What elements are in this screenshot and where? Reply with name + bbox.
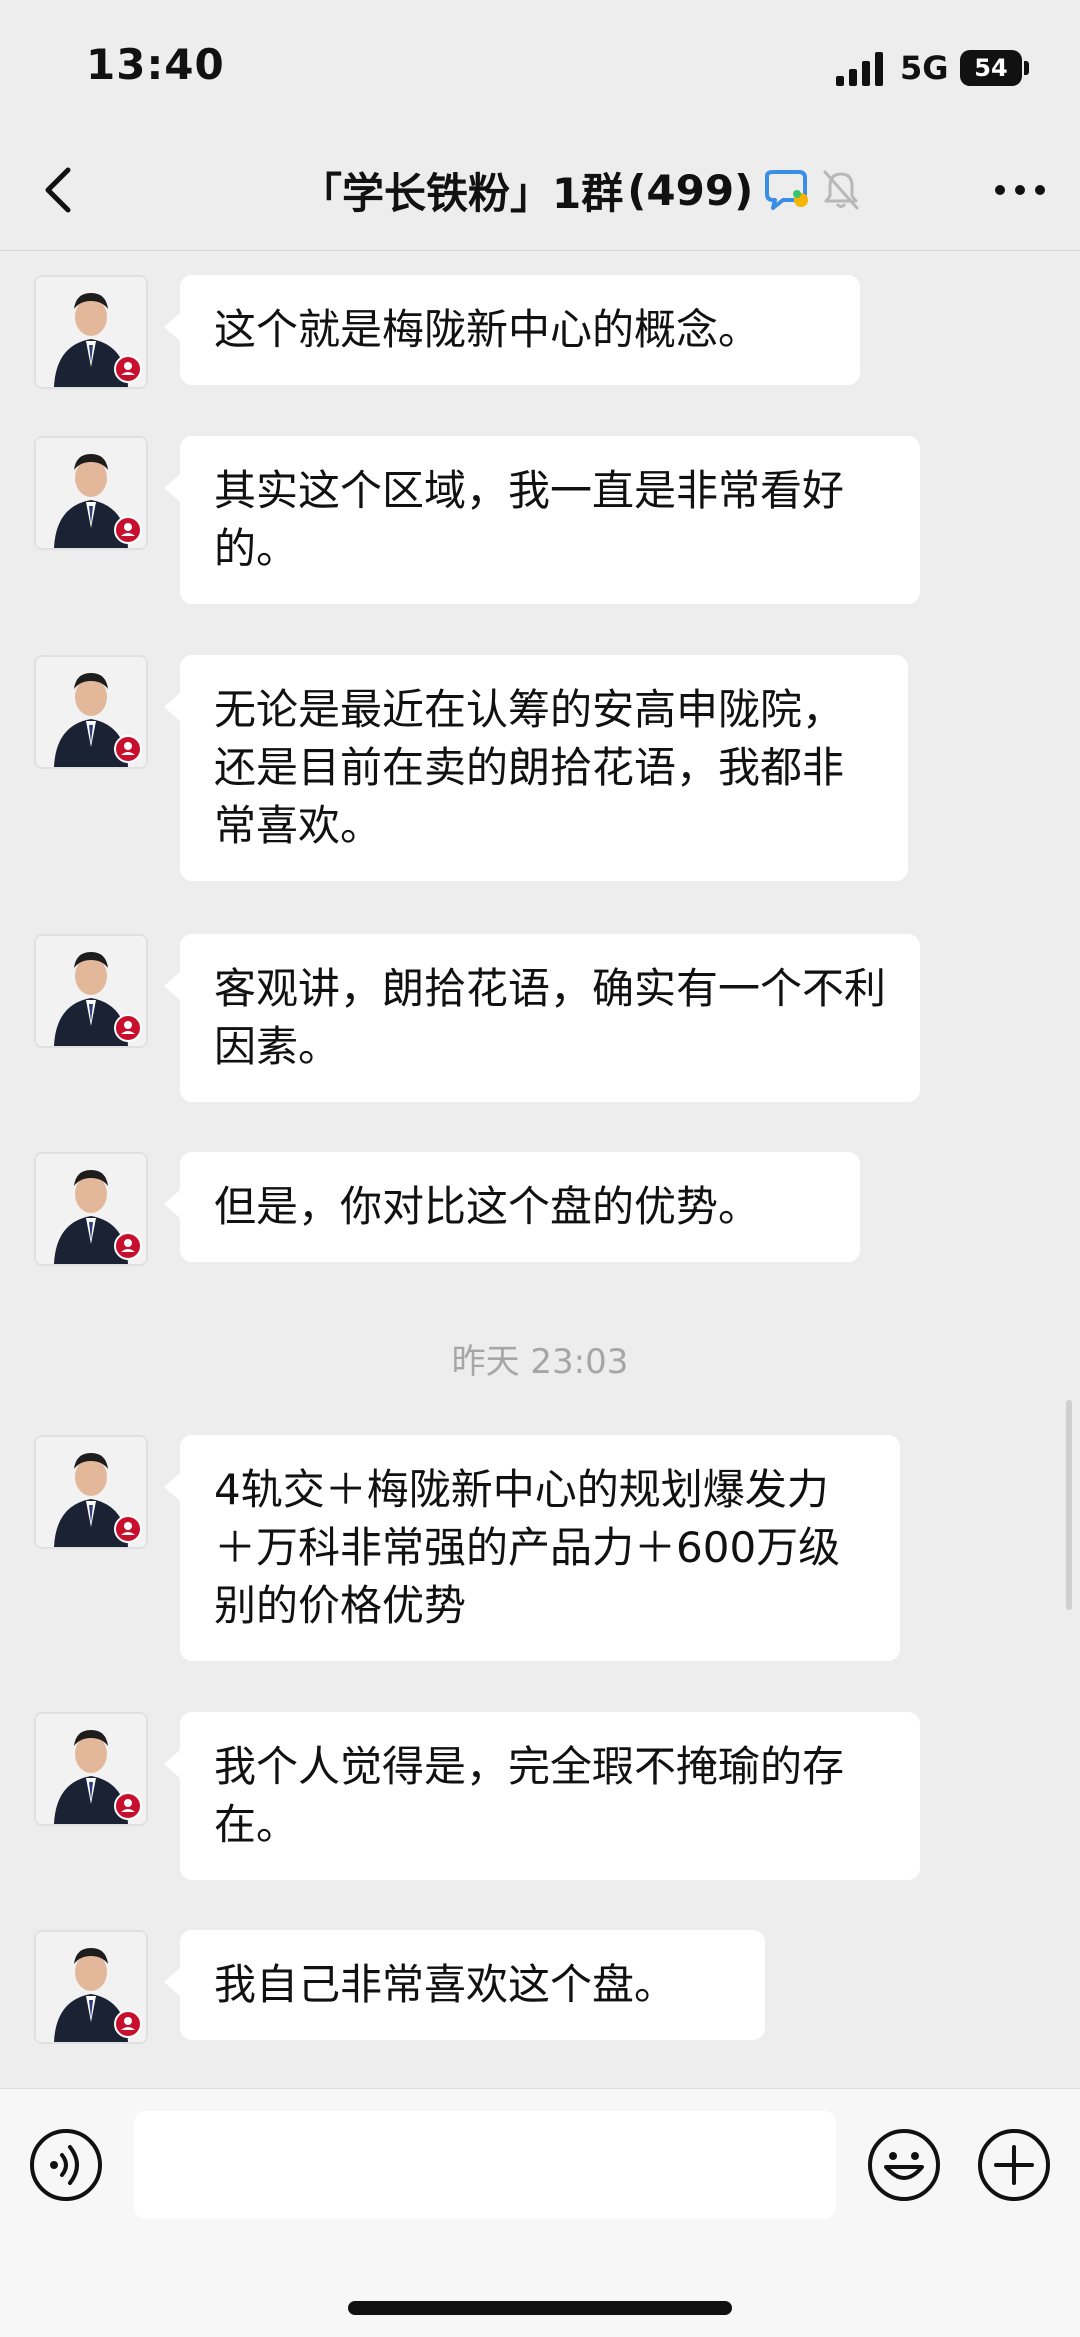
scroll-indicator[interactable] <box>1066 1400 1072 1610</box>
chevron-left-icon[interactable] <box>30 160 90 220</box>
chat-bubble-icon <box>765 170 809 210</box>
emoji-icon[interactable] <box>866 2127 942 2203</box>
voice-icon[interactable] <box>28 2127 104 2203</box>
chat-title[interactable]: 「学长铁粉」1群 (499) <box>300 160 861 220</box>
bell-muted-icon <box>823 170 859 210</box>
message-timestamp: 昨天 23:03 <box>451 1342 629 1382</box>
message-bubble[interactable]: 我个人觉得是，完全瑕不掩瑜的存在。 <box>164 1712 920 1880</box>
plus-icon[interactable] <box>976 2127 1052 2203</box>
network-label: 5G <box>900 49 949 87</box>
message-input[interactable] <box>134 2111 836 2219</box>
status-time: 13:40 <box>86 40 225 89</box>
battery-icon: 54 <box>960 50 1030 86</box>
member-count: (499) <box>627 165 754 215</box>
message-bubble[interactable]: 客观讲，朗拾花语，确实有一个不利因素。 <box>164 934 920 1102</box>
signal-icon <box>836 52 883 86</box>
ellipsis-icon[interactable] <box>990 170 1050 210</box>
avatar[interactable] <box>34 934 148 1048</box>
nav-bar: 「学长铁粉」1群 (499) <box>0 130 1080 251</box>
input-bar <box>0 2088 1080 2337</box>
avatar[interactable] <box>34 436 148 550</box>
avatar[interactable] <box>34 655 148 769</box>
message-bubble[interactable]: 但是，你对比这个盘的优势。 <box>164 1152 860 1262</box>
home-indicator <box>348 2301 732 2315</box>
message-list[interactable]: 这个就是梅陇新中心的概念。 其实这个区域，我一直是非常看好的。 无论是最近在认筹… <box>0 251 1080 2087</box>
avatar[interactable] <box>34 1930 148 2044</box>
avatar[interactable] <box>34 1152 148 1266</box>
avatar[interactable] <box>34 275 148 389</box>
message-bubble[interactable]: 我自己非常喜欢这个盘。 <box>164 1930 765 2040</box>
message-bubble[interactable]: 这个就是梅陇新中心的概念。 <box>164 275 860 385</box>
message-bubble[interactable]: 无论是最近在认筹的安高申陇院，还是目前在卖的朗拾花语，我都非常喜欢。 <box>164 655 908 881</box>
message-bubble[interactable]: 4轨交＋梅陇新中心的规划爆发力＋万科非常强的产品力＋600万级别的价格优势 <box>164 1435 900 1661</box>
status-bar: 13:40 5G 54 <box>0 0 1080 130</box>
chat-screen: 13:40 5G 54 「学长铁粉」1群 (499) 这个就是梅陇新中心的概念。… <box>0 0 1080 2337</box>
message-bubble[interactable]: 其实这个区域，我一直是非常看好的。 <box>164 436 920 604</box>
avatar[interactable] <box>34 1712 148 1826</box>
avatar[interactable] <box>34 1435 148 1549</box>
battery-level: 54 <box>974 54 1008 82</box>
group-name: 「学长铁粉」1群 <box>300 168 624 218</box>
